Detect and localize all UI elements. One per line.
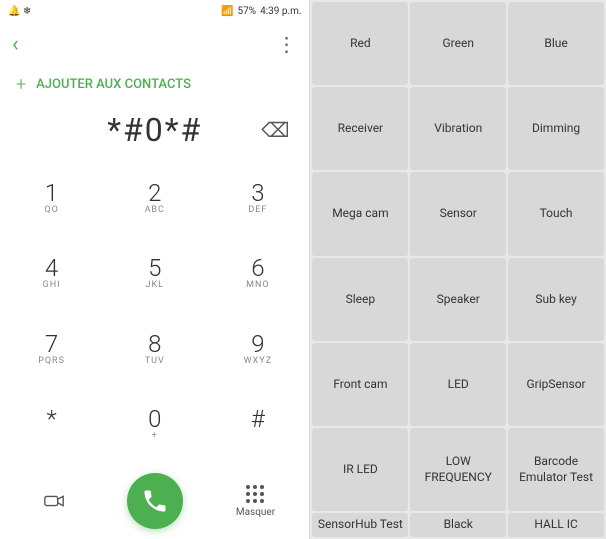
test-btn-black[interactable]: Black: [410, 513, 506, 537]
top-bar: ‹ ⋮: [0, 22, 309, 66]
signal-icon: 📶: [221, 6, 233, 17]
key-number-6: 6: [251, 256, 264, 280]
test-btn-red[interactable]: Red: [312, 2, 408, 85]
video-call-button[interactable]: [34, 481, 74, 521]
dial-key-hash[interactable]: #: [206, 388, 309, 464]
display-number: *#0*#: [16, 111, 293, 149]
dial-key-2[interactable]: 2 ABC: [103, 161, 206, 237]
masquer-label: Masquer: [236, 507, 275, 518]
key-number-0: 0: [148, 407, 161, 431]
test-btn-dimming[interactable]: Dimming: [508, 87, 604, 170]
key-number-hash: #: [251, 407, 265, 431]
key-number-2: 2: [148, 181, 161, 205]
test-btn-sub-key[interactable]: Sub key: [508, 258, 604, 341]
test-btn-sensor[interactable]: Sensor: [410, 172, 506, 255]
test-btn-grip-sensor[interactable]: GripSensor: [508, 343, 604, 426]
test-btn-touch[interactable]: Touch: [508, 172, 604, 255]
test-btn-hall-ic[interactable]: HALL IC: [508, 513, 604, 537]
battery-text: 57%: [237, 6, 256, 17]
status-bar-right: 📶 57% 4:39 p.m.: [221, 6, 301, 17]
key-number-4: 4: [45, 256, 58, 280]
dial-key-3[interactable]: 3 DEF: [206, 161, 309, 237]
notification-icons: 🔔 ❄: [8, 6, 31, 17]
test-btn-green[interactable]: Green: [410, 2, 506, 85]
test-btn-led[interactable]: LED: [410, 343, 506, 426]
dial-key-5[interactable]: 5 JKL: [103, 237, 206, 313]
test-btn-speaker[interactable]: Speaker: [410, 258, 506, 341]
key-number-8: 8: [148, 332, 161, 356]
add-contact-icon: +: [16, 74, 26, 95]
test-btn-sleep[interactable]: Sleep: [312, 258, 408, 341]
key-letters-0: +: [152, 431, 158, 443]
backspace-button[interactable]: ⌫: [257, 114, 293, 146]
dial-key-9[interactable]: 9 WXYZ: [206, 312, 309, 388]
key-number-5: 5: [148, 256, 161, 280]
key-letters-6: MNO: [246, 280, 269, 292]
display-area: *#0*# ⌫: [0, 103, 309, 157]
test-btn-barcode-emulator[interactable]: Barcode Emulator Test: [508, 428, 604, 511]
status-bar: 🔔 ❄ 📶 57% 4:39 p.m.: [0, 0, 309, 22]
test-btn-front-cam[interactable]: Front cam: [312, 343, 408, 426]
key-letters-9: WXYZ: [244, 356, 272, 368]
key-letters-1: QO: [44, 205, 58, 217]
call-button[interactable]: [127, 473, 183, 529]
dial-key-star[interactable]: *: [0, 388, 103, 464]
key-number-star: *: [46, 407, 56, 431]
key-number-3: 3: [251, 181, 264, 205]
dial-key-8[interactable]: 8 TUV: [103, 312, 206, 388]
test-btn-low-frequency[interactable]: LOW FREQUENCY: [410, 428, 506, 511]
dialpad: 1 QO 2 ABC 3 DEF 4 GHI 5 JKL 6 MNO 7 PQR…: [0, 157, 309, 467]
bottom-actions: Masquer: [0, 467, 309, 539]
key-number-9: 9: [251, 332, 264, 356]
test-btn-mega-cam[interactable]: Mega cam: [312, 172, 408, 255]
test-btn-ir-led[interactable]: IR LED: [312, 428, 408, 511]
add-contact-label: AJOUTER AUX CONTACTS: [36, 77, 191, 92]
time-text: 4:39 p.m.: [260, 6, 301, 17]
key-letters-5: JKL: [146, 280, 164, 292]
back-button[interactable]: ‹: [12, 32, 19, 57]
test-grid-panel: Red Green Blue Receiver Vibration Dimmin…: [310, 0, 606, 539]
dial-key-0[interactable]: 0 +: [103, 388, 206, 464]
key-number-1: 1: [45, 181, 58, 205]
key-letters-3: DEF: [248, 205, 267, 217]
grid-dots-icon: [246, 485, 264, 503]
masquer-button[interactable]: Masquer: [236, 485, 275, 518]
dialer-panel: 🔔 ❄ 📶 57% 4:39 p.m. ‹ ⋮ + AJOUTER AUX CO…: [0, 0, 309, 539]
more-options-button[interactable]: ⋮: [276, 32, 297, 56]
key-letters-2: ABC: [145, 205, 165, 217]
status-bar-left: 🔔 ❄: [8, 6, 31, 17]
dial-key-4[interactable]: 4 GHI: [0, 237, 103, 313]
dial-key-6[interactable]: 6 MNO: [206, 237, 309, 313]
key-letters-8: TUV: [145, 356, 165, 368]
add-contact-row[interactable]: + AJOUTER AUX CONTACTS: [0, 66, 309, 103]
key-letters-7: PQRS: [38, 356, 65, 368]
test-btn-blue[interactable]: Blue: [508, 2, 604, 85]
test-btn-vibration[interactable]: Vibration: [410, 87, 506, 170]
key-letters-4: GHI: [43, 280, 61, 292]
test-btn-sensor-hub[interactable]: SensorHub Test: [312, 513, 408, 537]
key-number-7: 7: [45, 332, 58, 356]
dial-key-1[interactable]: 1 QO: [0, 161, 103, 237]
dial-key-7[interactable]: 7 PQRS: [0, 312, 103, 388]
test-btn-receiver[interactable]: Receiver: [312, 87, 408, 170]
